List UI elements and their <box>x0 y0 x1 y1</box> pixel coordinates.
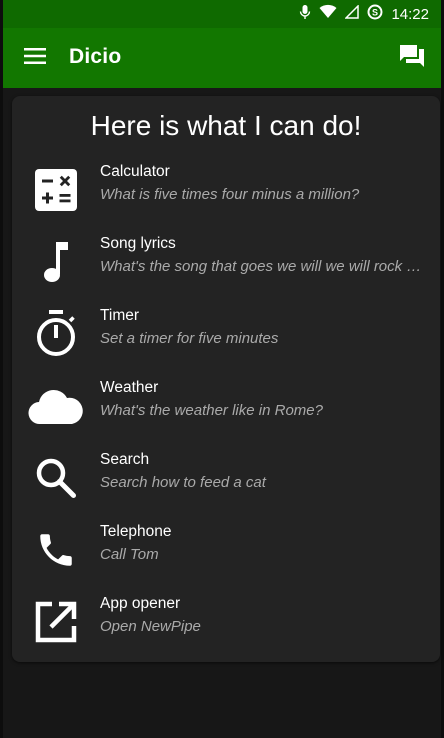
app-title: Dicio <box>69 45 122 68</box>
skill-example: What's the song that goes we will we wil… <box>100 258 422 275</box>
skill-name: App opener <box>100 595 181 612</box>
chat-button[interactable] <box>397 43 427 73</box>
skill-example: Call Tom <box>100 546 159 563</box>
svg-text:S: S <box>372 7 378 17</box>
skill-name: Timer <box>100 307 140 324</box>
phone-screen: S 14:22 Dicio Here is what I can do! Cal… <box>0 0 444 738</box>
timer-icon <box>28 310 84 358</box>
menu-button[interactable] <box>21 44 49 72</box>
status-time: 14:22 <box>391 5 429 23</box>
skill-app-opener[interactable]: App opener Open NewPipe <box>12 592 440 652</box>
skill-example: What is five times four minus a million? <box>100 186 360 203</box>
skill-calculator[interactable]: Calculator What is five times four minus… <box>12 160 440 220</box>
card-title: Here is what I can do! <box>90 110 362 141</box>
skill-weather[interactable]: Weather What's the weather like in Rome? <box>12 376 440 436</box>
data-saver-icon: S <box>367 4 383 25</box>
skills-card: Here is what I can do! Calculator What i… <box>12 96 440 662</box>
skill-example: Open NewPipe <box>100 618 201 635</box>
wifi-icon <box>319 4 337 24</box>
skill-name: Calculator <box>100 163 170 180</box>
hamburger-menu-icon <box>24 47 46 69</box>
mic-icon <box>299 4 311 25</box>
status-bar: S 14:22 <box>3 0 441 28</box>
skill-example: Search how to feed a cat <box>100 474 266 491</box>
skill-timer[interactable]: Timer Set a timer for five minutes <box>12 304 440 364</box>
open-in-new-icon <box>28 598 84 646</box>
phone-icon <box>28 526 84 574</box>
chat-bubbles-icon <box>399 44 425 73</box>
skill-example: Set a timer for five minutes <box>100 330 279 347</box>
skill-search[interactable]: Search Search how to feed a cat <box>12 448 440 508</box>
status-icons: S 14:22 <box>299 3 429 25</box>
signal-icon <box>344 3 360 24</box>
skill-name: Weather <box>100 379 159 396</box>
skill-telephone[interactable]: Telephone Call Tom <box>12 520 440 580</box>
calculator-icon <box>28 166 84 214</box>
skill-name: Search <box>100 451 150 468</box>
app-bar: Dicio <box>3 28 441 88</box>
skill-example: What's the weather like in Rome? <box>100 402 323 419</box>
skill-name: Telephone <box>100 523 172 540</box>
skill-song-lyrics[interactable]: Song lyrics What's the song that goes we… <box>12 232 440 292</box>
skill-name: Song lyrics <box>100 235 176 252</box>
search-icon <box>28 454 84 502</box>
cloud-icon <box>28 382 84 430</box>
music-note-icon <box>28 238 84 286</box>
